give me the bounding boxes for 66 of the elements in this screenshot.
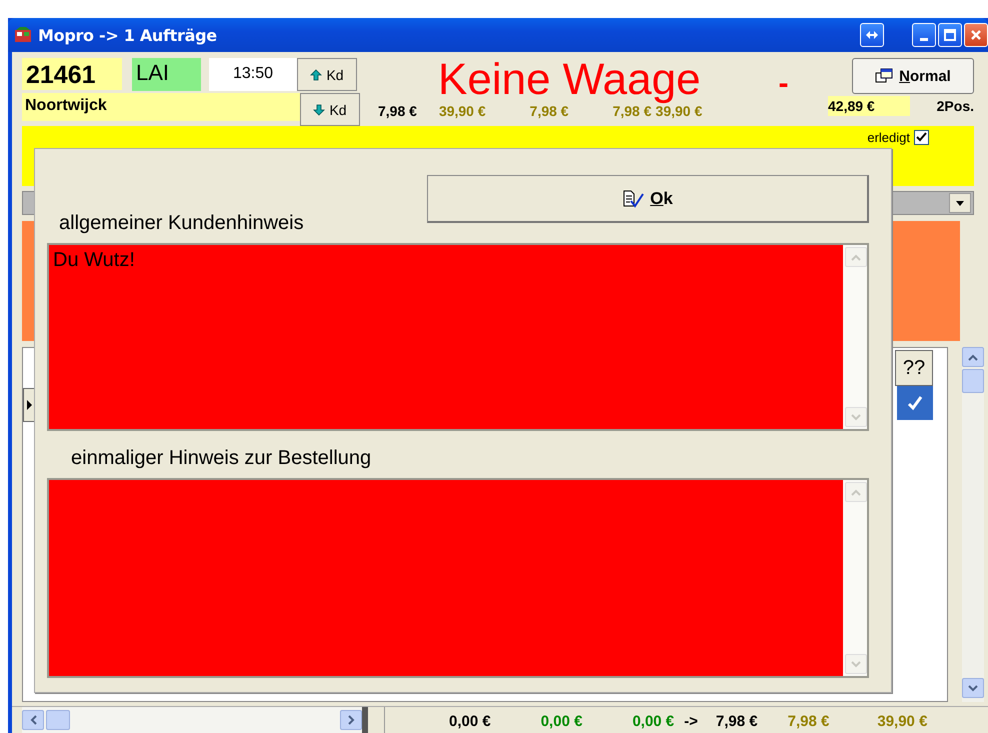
resize-button[interactable] bbox=[860, 23, 884, 47]
price-value: 39,90 € bbox=[656, 103, 702, 120]
done-checkbox[interactable] bbox=[914, 130, 929, 145]
document-check-icon bbox=[622, 190, 644, 208]
total-value: 39,90 € bbox=[877, 712, 928, 732]
time-field[interactable]: 13:50 bbox=[209, 58, 297, 91]
maximize-icon bbox=[944, 29, 956, 41]
chevron-up-icon bbox=[851, 488, 861, 496]
double-arrow-icon bbox=[865, 30, 879, 40]
total-value: 0,00 € bbox=[632, 712, 674, 732]
previous-customer-button[interactable]: Kd bbox=[297, 58, 357, 91]
dropdown-button[interactable] bbox=[949, 193, 971, 213]
caret-icon bbox=[956, 200, 964, 206]
chevron-up-icon bbox=[851, 254, 861, 260]
route-code: LAI bbox=[132, 58, 201, 91]
maximize-button[interactable] bbox=[938, 23, 962, 47]
scroll-thumb[interactable] bbox=[962, 369, 984, 393]
scroll-up-button[interactable] bbox=[962, 347, 984, 367]
chevron-up-icon bbox=[968, 354, 978, 360]
scroll-down-button[interactable] bbox=[962, 678, 984, 698]
scale-status: Keine Waage bbox=[438, 58, 701, 102]
position-count: 2Pos. bbox=[936, 97, 974, 116]
close-button[interactable] bbox=[964, 23, 988, 47]
price-value: 7,98 € bbox=[378, 102, 417, 120]
scroll-right-button[interactable] bbox=[340, 710, 362, 730]
customer-note-label: allgemeiner Kundenhinweis bbox=[59, 212, 304, 235]
next-customer-button[interactable]: Kd bbox=[300, 93, 360, 126]
customer-number: 21461 bbox=[22, 58, 122, 90]
chevron-down-icon bbox=[851, 660, 861, 668]
column-header: ?? bbox=[895, 350, 933, 386]
close-icon bbox=[970, 29, 982, 41]
windows-icon bbox=[875, 68, 894, 84]
ok-button[interactable]: Ok bbox=[427, 175, 869, 223]
customer-note-text: Du Wutz! bbox=[52, 248, 136, 273]
up-arrow-icon bbox=[310, 68, 322, 80]
total-value: 7,98 € bbox=[788, 712, 830, 732]
horizontal-scrollbar[interactable] bbox=[22, 707, 368, 733]
price-value: 7,98 € bbox=[612, 103, 652, 120]
order-total: 42,89 € bbox=[828, 96, 910, 116]
chevron-right-icon bbox=[348, 715, 354, 725]
total-value: 0,00 € bbox=[540, 712, 582, 732]
chevron-left-icon bbox=[30, 715, 36, 725]
window-title: Mopro -> 1 Aufträge bbox=[38, 26, 217, 44]
checked-cell[interactable] bbox=[897, 386, 933, 420]
minimize-button[interactable] bbox=[912, 23, 936, 47]
chevron-down-icon bbox=[968, 684, 978, 692]
total-value: -> bbox=[684, 712, 698, 732]
customer-name: Noortwijck bbox=[22, 93, 300, 121]
minimize-icon bbox=[920, 38, 928, 40]
scroll-thumb[interactable] bbox=[46, 710, 70, 730]
mode-button[interactable]: Normal bbox=[852, 58, 974, 94]
scale-dash: - bbox=[778, 66, 789, 102]
total-value: 0,00 € bbox=[449, 712, 491, 732]
vertical-scrollbar[interactable] bbox=[962, 347, 984, 702]
triangle-icon bbox=[26, 400, 32, 410]
price-value: 7,98 € bbox=[530, 103, 569, 120]
order-note-label: einmaliger Hinweis zur Bestellung bbox=[71, 447, 372, 470]
total-value: 7,98 € bbox=[716, 712, 758, 732]
app-icon bbox=[14, 27, 32, 43]
price-value: 39,90 € bbox=[438, 102, 486, 120]
check-icon bbox=[916, 132, 927, 143]
check-icon bbox=[907, 395, 923, 411]
scroll-left-button[interactable] bbox=[22, 710, 44, 730]
chevron-down-icon bbox=[851, 414, 861, 420]
down-arrow-icon bbox=[313, 104, 326, 116]
done-label: erledigt bbox=[867, 130, 910, 145]
